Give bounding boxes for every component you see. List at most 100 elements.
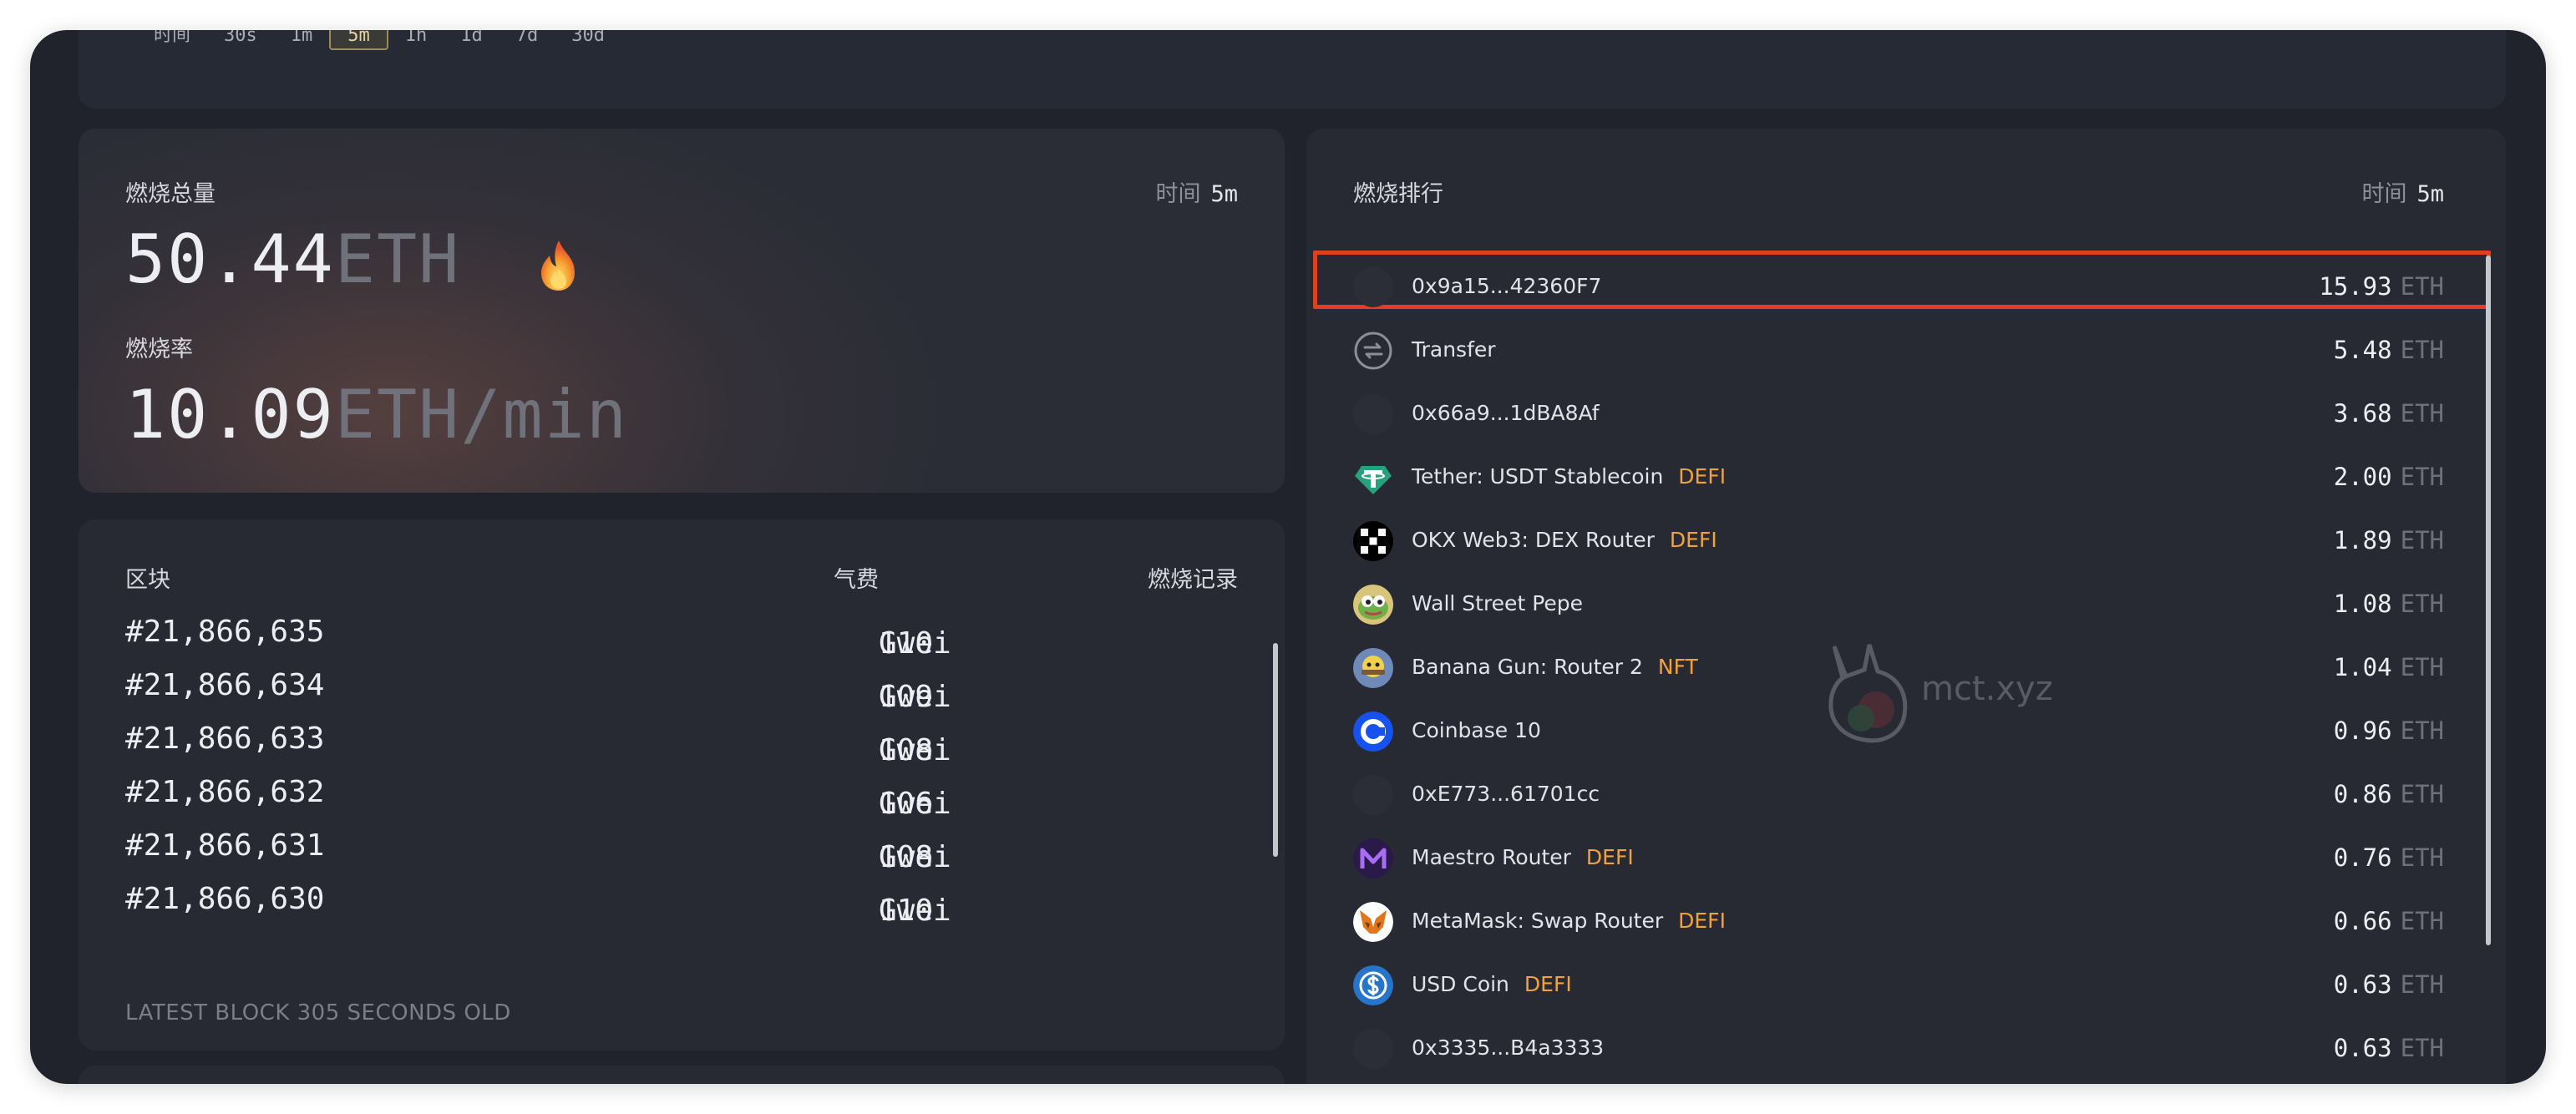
ranking-row[interactable]: CoW Protocol: GPv2SettlementDEFI0.60ETH	[1306, 1081, 2506, 1084]
blank-icon	[1353, 1029, 1393, 1069]
burn-value: 0.63 ETH	[2334, 970, 2444, 999]
burn-amount: 2.00	[2333, 463, 2392, 491]
contract-name[interactable]: Maestro Router DEFI	[1412, 845, 1634, 869]
ranking-row[interactable]: MetaMask: Swap Router DEFI 0.66 ETH	[1306, 890, 2506, 954]
table-row[interactable]: #21,866,631108 Gwei1.65 ETH	[125, 817, 1238, 874]
tab-5m[interactable]: 5m	[329, 30, 388, 50]
ranking-row[interactable]: USD Coin DEFI 0.63 ETH	[1306, 954, 2506, 1017]
burn-value: 15.93 ETH	[2319, 272, 2444, 301]
contract-label[interactable]: Maestro Router	[1412, 845, 1571, 869]
burn-amount: 0.63	[2333, 970, 2392, 999]
ranking-row[interactable]: Tether: USDT Stablecoin DEFI 2.00 ETH	[1306, 446, 2506, 509]
contract-label[interactable]: Tether: USDT Stablecoin	[1412, 464, 1663, 489]
time-label: 时间	[2361, 181, 2407, 207]
blank-icon	[1353, 394, 1393, 434]
ranking-title: 燃烧排行	[1353, 181, 1443, 207]
burn-unit: ETH	[2400, 463, 2444, 491]
contract-name[interactable]: Tether: USDT Stablecoin DEFI	[1412, 464, 1726, 489]
tab-30s[interactable]: 30s	[207, 30, 274, 50]
tab-1d[interactable]: 1d	[444, 30, 499, 50]
column-header-block: 区块	[125, 567, 170, 593]
block-number[interactable]: #21,866,635	[125, 615, 324, 649]
ranking-row[interactable]: 0x9a15...42360F7 15.93 ETH	[1306, 251, 2506, 319]
okx-icon	[1353, 521, 1393, 561]
burn-amount: 0.76	[2333, 843, 2392, 872]
ranking-row[interactable]: Maestro Router DEFI 0.76 ETH	[1306, 827, 2506, 890]
block-number[interactable]: #21,866,634	[125, 668, 324, 702]
tab-1m[interactable]: 1m	[274, 30, 330, 50]
category-tag: DEFI	[1669, 528, 1717, 552]
gas-unit: Gwei	[879, 840, 951, 874]
block-number[interactable]: #21,866,631	[125, 828, 324, 863]
contract-name[interactable]: Transfer	[1412, 337, 1496, 362]
coinbase-icon	[1353, 711, 1393, 752]
table-row[interactable]: #21,866,629114 Gwei1.51 ETH	[125, 924, 1238, 934]
burn-total-panel: 燃烧总量 时间 5m 50.44ETH 燃烧率 10.09ETH/min	[79, 129, 1285, 493]
contract-name[interactable]: Wall Street Pepe	[1412, 591, 1583, 615]
metamask-icon	[1353, 902, 1393, 942]
block-number[interactable]: #21,866,633	[125, 722, 324, 756]
latest-block-status: LATEST BLOCK 305 SECONDS OLD	[125, 1000, 511, 1025]
contract-name[interactable]: Banana Gun: Router 2 NFT	[1412, 655, 1698, 679]
ranking-row[interactable]: 0xE773...61701cc 0.86 ETH	[1306, 763, 2506, 827]
burn-value: 3.68 ETH	[2334, 399, 2444, 428]
table-row[interactable]: #21,866,635110 Gwei1.82 ETH	[125, 603, 1238, 661]
blank-icon	[1353, 267, 1393, 307]
contract-label[interactable]: OKX Web3: DEX Router	[1412, 528, 1655, 552]
blocks-table-body[interactable]: #21,866,635110 Gwei1.82 ETH#21,866,63410…	[125, 603, 1238, 934]
contract-name[interactable]: USD Coin DEFI	[1412, 972, 1572, 996]
tab-7d[interactable]: 7d	[499, 30, 555, 50]
contract-label[interactable]: Wall Street Pepe	[1412, 591, 1583, 615]
blank-icon	[1353, 775, 1393, 815]
contract-label[interactable]: Transfer	[1412, 337, 1496, 362]
gas-unit: Gwei	[879, 626, 951, 661]
maestro-icon	[1353, 838, 1393, 879]
table-row[interactable]: #21,866,633108 Gwei2.13 ETH	[125, 710, 1238, 767]
contract-name[interactable]: MetaMask: Swap Router DEFI	[1412, 909, 1726, 933]
block-number[interactable]: #21,866,630	[125, 882, 324, 916]
ranking-row[interactable]: 0x66a9...1dBA8Af 3.68 ETH	[1306, 382, 2506, 446]
burn-amount: 0.66	[2333, 907, 2392, 935]
ranking-scrollbar[interactable]	[2486, 256, 2491, 945]
usdc-icon	[1353, 965, 1393, 1005]
contract-label[interactable]: 0xE773...61701cc	[1412, 782, 1600, 806]
table-row[interactable]: #21,866,634109 Gwei2.15 ETH	[125, 656, 1238, 714]
tab-1h[interactable]: 1h	[388, 30, 444, 50]
contract-label[interactable]: Coinbase 10	[1412, 718, 1541, 742]
burn-unit: ETH	[2400, 272, 2444, 301]
burn-amount: 0.96	[2333, 717, 2392, 745]
burn-amount: 1.08	[2333, 590, 2392, 618]
burn-rate-title: 燃烧率	[125, 337, 193, 362]
ranking-row[interactable]: Wall Street Pepe 1.08 ETH	[1306, 573, 2506, 636]
burn-amount: 5.48	[2333, 336, 2392, 364]
table-row[interactable]: #21,866,630110 Gwei1.74 ETH	[125, 870, 1238, 928]
ranking-row[interactable]: Transfer 5.48 ETH	[1306, 319, 2506, 382]
contract-label[interactable]: Banana Gun: Router 2	[1412, 655, 1643, 679]
app-window: 时间 30s 1m 5m 1h 1d 7d 30d 燃烧总量 时间 5m 50.4…	[30, 30, 2546, 1084]
contract-name[interactable]: 0xE773...61701cc	[1412, 782, 1600, 806]
block-number[interactable]: #21,866,632	[125, 775, 324, 809]
burn-unit: ETH	[2400, 336, 2444, 364]
watermark-logo-icon	[1828, 644, 1908, 743]
contract-label[interactable]: MetaMask: Swap Router	[1412, 909, 1663, 933]
tether-icon	[1353, 458, 1393, 498]
blocks-scrollbar[interactable]	[1273, 643, 1278, 857]
contract-label[interactable]: USD Coin	[1412, 972, 1509, 996]
burn-amount: 1.04	[2333, 653, 2392, 681]
ranking-row[interactable]: 0x3335...B4a3333 0.63 ETH	[1306, 1017, 2506, 1081]
contract-name[interactable]: OKX Web3: DEX Router DEFI	[1412, 528, 1717, 552]
contract-name[interactable]: 0x9a15...42360F7	[1412, 274, 1601, 298]
burn-unit: ETH	[2400, 843, 2444, 872]
ranking-row[interactable]: OKX Web3: DEX Router DEFI 1.89 ETH	[1306, 509, 2506, 573]
contract-name[interactable]: 0x66a9...1dBA8Af	[1412, 401, 1600, 425]
contract-name[interactable]: 0x3335...B4a3333	[1412, 1036, 1604, 1060]
table-row[interactable]: #21,866,632106 Gwei2.15 ETH	[125, 763, 1238, 821]
tab-30d[interactable]: 30d	[555, 30, 621, 50]
pepe-icon	[1353, 585, 1393, 625]
contract-label[interactable]: 0x66a9...1dBA8Af	[1412, 401, 1600, 425]
column-header-gas: 气费	[834, 567, 879, 593]
contract-name[interactable]: Coinbase 10	[1412, 718, 1541, 742]
contract-label[interactable]: 0x9a15...42360F7	[1412, 274, 1601, 298]
contract-label[interactable]: 0x3335...B4a3333	[1412, 1036, 1604, 1060]
gas-unit: Gwei	[879, 680, 951, 714]
